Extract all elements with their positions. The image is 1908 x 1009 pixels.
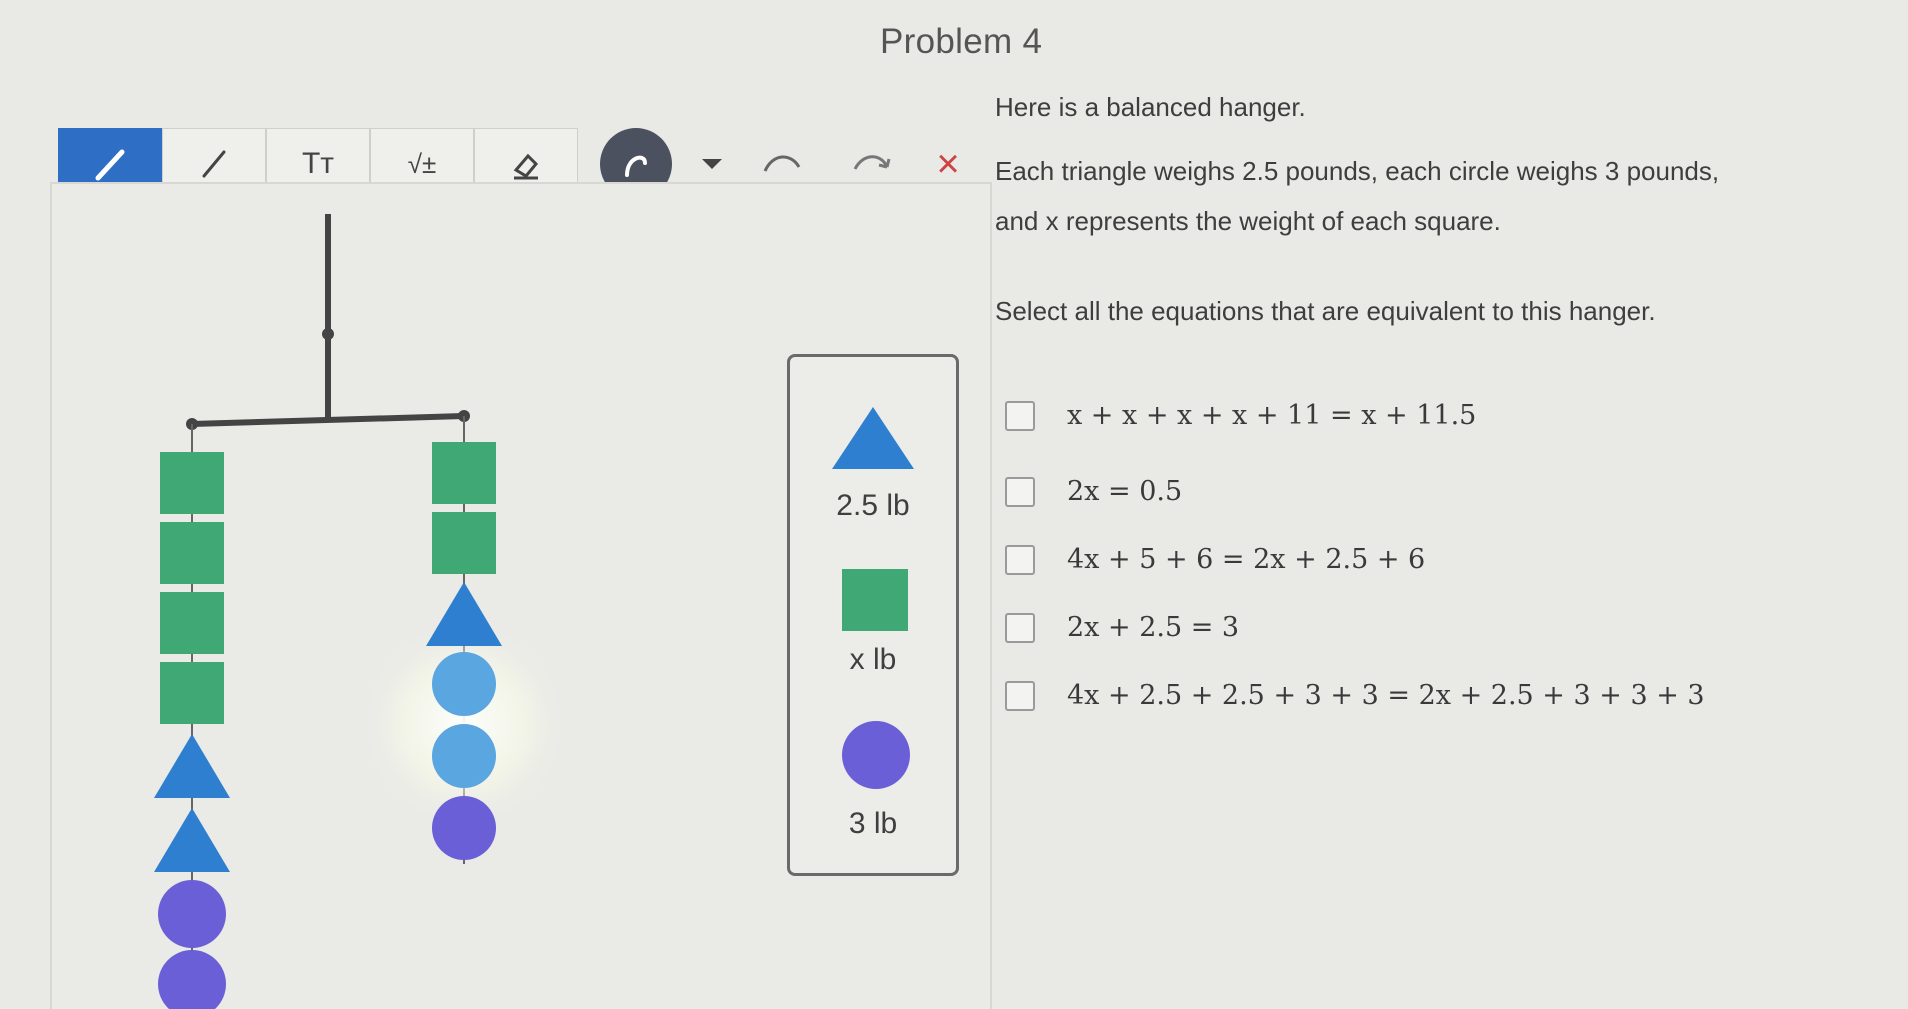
legend-triangle-label: 2.5 lb [836,489,910,522]
question-variable: and x represents the weight of each squa… [995,206,1501,236]
legend-triangle [832,407,914,469]
choice-1[interactable]: x + x + x + x + 11 = x + 11.5 [1005,400,1476,431]
close-icon: × [936,141,960,186]
choice-4-equation: 2x + 2.5 = 3 [1067,612,1240,643]
choice-2[interactable]: 2x = 0.5 [1005,476,1182,507]
choice-1-equation: x + x + x + x + 11 = x + 11.5 [1067,400,1477,431]
question-instruction: Select all the equations that are equiva… [995,296,1656,326]
left-triangle [154,734,230,798]
line-icon [202,150,226,178]
redo-icon [853,155,891,170]
choice-1-checkbox[interactable] [1005,400,1035,431]
choice-2-checkbox[interactable] [1005,476,1035,507]
left-square [160,522,224,584]
choice-5[interactable]: 4x + 2.5 + 2.5 + 3 + 3 = 2x + 2.5 + 3 + … [1005,680,1705,711]
hanger-bar [191,413,465,427]
math-tool-label: √± [407,148,437,179]
legend-square-label: x lb [849,643,897,676]
choice-4[interactable]: 2x + 2.5 = 3 [1005,612,1239,643]
text-tool-label: Tт [301,147,335,180]
undo-icon [763,155,801,172]
left-triangle [154,808,230,872]
right-square [432,442,496,504]
right-circle [432,724,496,788]
drawing-canvas[interactable]: 2.5 lb x lb 3 lb [50,182,992,1009]
left-circle [158,880,226,948]
right-square [432,512,496,574]
choice-5-checkbox[interactable] [1005,680,1035,711]
hanger-pivot [322,328,334,340]
choice-3-equation: 4x + 5 + 6 = 2x + 2.5 + 6 [1067,544,1426,575]
weight-legend: 2.5 lb x lb 3 lb [787,354,959,876]
left-circle [158,950,226,1009]
page-title: Problem 4 [880,22,1043,61]
legend-square [842,569,908,631]
choice-5-equation: 4x + 2.5 + 2.5 + 3 + 3 = 2x + 2.5 + 3 + … [1067,680,1705,711]
choice-4-checkbox[interactable] [1005,612,1035,643]
eraser-icon [513,153,539,180]
right-circle [432,652,496,716]
choice-3[interactable]: 4x + 5 + 6 = 2x + 2.5 + 6 [1005,544,1425,575]
right-circle [432,796,496,860]
question-intro: Here is a balanced hanger. [995,92,1306,122]
right-triangle [426,582,502,646]
choice-3-checkbox[interactable] [1005,544,1035,575]
legend-circle-label: 3 lb [848,807,898,840]
pen-icon [95,149,125,181]
left-square [160,452,224,514]
left-square [160,662,224,724]
choice-2-equation: 2x = 0.5 [1067,476,1183,507]
legend-circle [842,721,910,789]
left-square [160,592,224,654]
chevron-down-icon [702,159,722,169]
lasso-icon [625,155,647,177]
question-weights: Each triangle weighs 2.5 pounds, each ci… [995,156,1720,186]
